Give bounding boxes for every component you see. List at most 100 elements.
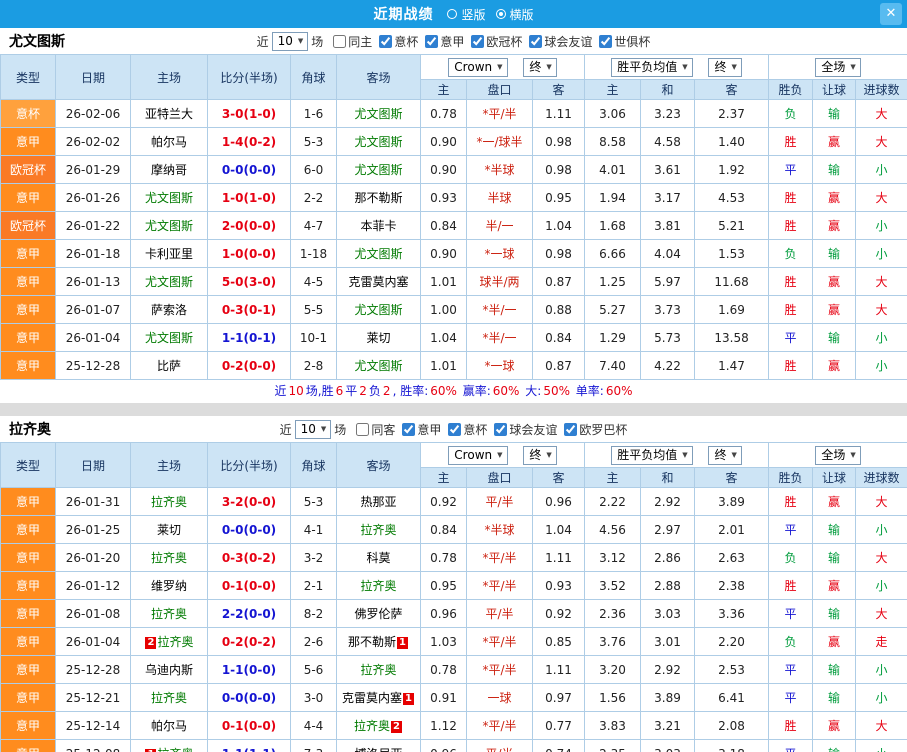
filter-checkbox[interactable]: 意甲 (425, 33, 464, 50)
team-link[interactable]: 维罗纳 (151, 579, 187, 593)
filter-checkbox[interactable]: 球会友谊 (494, 421, 557, 438)
team-link[interactable]: 比萨 (157, 359, 181, 373)
filter-checkbox[interactable]: 欧冠杯 (471, 33, 522, 50)
filter-checkbox[interactable]: 同客 (356, 421, 395, 438)
bookmaker-dropdown[interactable]: Crown ▼ (448, 445, 508, 465)
team-link[interactable]: 本菲卡 (360, 219, 396, 233)
match-row: 意甲 26-01-07 萨索洛 0-3(0-1) 5-5 尤文图斯 1.00 *半/一 0.88… (0, 295, 907, 324)
horizontal-layout-label[interactable]: 横版 (510, 6, 534, 23)
match-count-dropdown[interactable]: 10 ▼ (294, 419, 332, 439)
team-link[interactable]: 摩纳哥 (151, 163, 187, 177)
letball-cell: 输 (812, 515, 857, 544)
corner-cell: 5-6 (290, 655, 337, 684)
team-link[interactable]: 尤文图斯 (145, 275, 193, 289)
final-odds-dropdown[interactable]: 终 ▼ (523, 57, 557, 77)
team-link[interactable]: 拉齐奥 (157, 747, 193, 752)
team-link[interactable]: 帕尔马 (151, 135, 187, 149)
team-link[interactable]: 拉齐奥 (360, 579, 396, 593)
filter-checkbox[interactable]: 球会友谊 (529, 33, 592, 50)
team-link[interactable]: 尤文图斯 (354, 135, 402, 149)
fulltime-value: 全场 (821, 59, 846, 74)
checkbox-input[interactable] (333, 34, 347, 48)
team-link[interactable]: 尤文图斯 (354, 163, 402, 177)
team-link[interactable]: 那不勒斯 (348, 635, 396, 649)
vertical-layout-radio[interactable] (447, 9, 458, 19)
team-link[interactable]: 尤文图斯 (354, 303, 402, 317)
filter-checkbox[interactable]: 欧罗巴杯 (564, 421, 627, 438)
checkbox-input[interactable] (471, 34, 485, 48)
team-link[interactable]: 乌迪内斯 (145, 663, 193, 677)
checkbox-input[interactable] (529, 34, 543, 48)
handicap-cell: *平/半 (466, 655, 533, 684)
checkbox-input[interactable] (564, 422, 578, 436)
fulltime-dropdown[interactable]: 全场 ▼ (815, 445, 861, 465)
checkbox-input[interactable] (356, 422, 370, 436)
goals-cell: 小 (855, 655, 907, 684)
checkbox-input[interactable] (425, 34, 439, 48)
team-link[interactable]: 莱切 (157, 523, 181, 537)
filter-checkbox[interactable]: 意杯 (379, 33, 418, 50)
filter-checkbox[interactable]: 同主 (333, 33, 372, 50)
handicap-cell: *一/球半 (466, 127, 533, 156)
team-link[interactable]: 拉齐奥 (360, 523, 396, 537)
checkbox-input[interactable] (402, 422, 416, 436)
team-link[interactable]: 亚特兰大 (145, 107, 193, 121)
checkbox-label: 同主 (348, 34, 373, 49)
team-link[interactable]: 尤文图斯 (145, 191, 193, 205)
team-link[interactable]: 尤文图斯 (354, 247, 402, 261)
team-link[interactable]: 博洛尼亚 (354, 747, 402, 752)
team-link[interactable]: 拉齐奥 (151, 551, 187, 565)
team-link[interactable]: 克雷莫内塞 (348, 275, 408, 289)
team-link[interactable]: 尤文图斯 (145, 219, 193, 233)
vertical-layout-label[interactable]: 竖版 (461, 6, 485, 23)
team-link[interactable]: 拉齐奥 (151, 691, 187, 705)
checkbox-input[interactable] (448, 422, 462, 436)
team-link[interactable]: 克雷莫内塞 (342, 691, 402, 705)
team-link[interactable]: 拉齐奥 (360, 663, 396, 677)
final-odds-dropdown[interactable]: 终 ▼ (708, 57, 742, 77)
team-link[interactable]: 尤文图斯 (354, 359, 402, 373)
fulltime-dropdown[interactable]: 全场 ▼ (815, 57, 861, 77)
final-odds-dropdown[interactable]: 终 ▼ (708, 445, 742, 465)
team-link[interactable]: 萨索洛 (151, 303, 187, 317)
team-link[interactable]: 拉齐奥 (151, 607, 187, 621)
team-link[interactable]: 莱切 (366, 331, 390, 345)
home-team-cell: 维罗纳 (130, 571, 208, 600)
avg-away-cell: 1.69 (694, 295, 770, 324)
bookmaker-dropdown[interactable]: Crown ▼ (448, 57, 508, 77)
checkbox-input[interactable] (379, 34, 393, 48)
checkbox-input[interactable] (494, 422, 508, 436)
filter-checkbox[interactable]: 意杯 (448, 421, 487, 438)
team-link[interactable]: 拉齐奥 (157, 635, 193, 649)
team-link[interactable]: 拉齐奥 (151, 495, 187, 509)
away-odds-cell: 0.87 (531, 267, 586, 296)
score-cell: 0-0(0-0) (207, 155, 291, 184)
team-link[interactable]: 拉齐奥 (354, 719, 390, 733)
home-odds-cell: 1.04 (420, 323, 467, 352)
team-link[interactable]: 尤文图斯 (145, 331, 193, 345)
avg-draw-cell: 3.73 (640, 295, 696, 324)
horizontal-layout-radio[interactable] (495, 9, 506, 19)
filter-checkbox[interactable]: 世俱杯 (599, 33, 650, 50)
team-link[interactable]: 帕尔马 (151, 719, 187, 733)
team-link[interactable]: 那不勒斯 (354, 191, 402, 205)
final-odds-dropdown[interactable]: 终 ▼ (523, 445, 557, 465)
team-link[interactable]: 尤文图斯 (354, 107, 402, 121)
avg-away-cell: 2.53 (694, 655, 770, 684)
checkbox-input[interactable] (599, 34, 613, 48)
summary-segment: 大: (521, 384, 542, 398)
team-link[interactable]: 科莫 (366, 551, 390, 565)
avg-odds-dropdown[interactable]: 胜平负均值 ▼ (611, 445, 693, 465)
summary-segment: 近 (274, 384, 287, 398)
team-link[interactable]: 热那亚 (360, 495, 396, 509)
filter-checkbox[interactable]: 意甲 (402, 421, 441, 438)
team-link[interactable]: 佛罗伦萨 (354, 607, 402, 621)
team-link[interactable]: 卡利亚里 (145, 247, 193, 261)
close-icon[interactable]: ✕ (880, 3, 902, 25)
home-team-cell: 莱切 (130, 515, 208, 544)
avg-value: 胜平负均值 (617, 59, 678, 74)
avg-odds-dropdown[interactable]: 胜平负均值 ▼ (611, 57, 693, 77)
away-odds-cell: 1.04 (531, 515, 586, 544)
match-count-dropdown[interactable]: 10 ▼ (271, 31, 309, 51)
score-cell: 0-3(0-1) (207, 295, 291, 324)
